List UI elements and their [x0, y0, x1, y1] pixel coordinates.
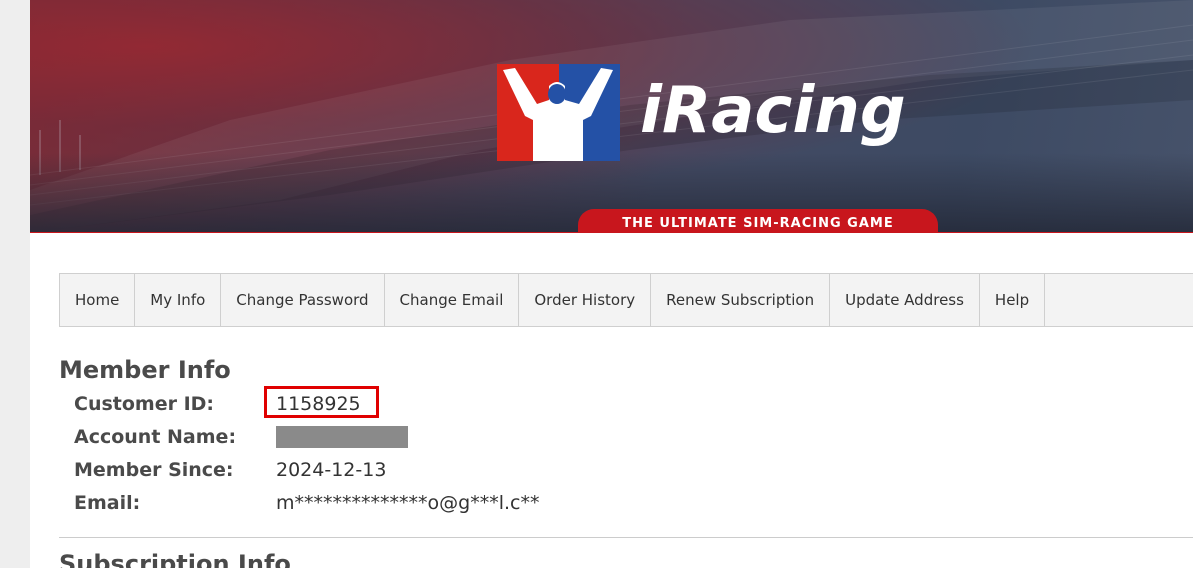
customer-id-label: Customer ID:	[74, 393, 215, 415]
iracing-wordmark: iRacing	[630, 70, 1030, 150]
nav-item-my-info[interactable]: My Info	[135, 274, 222, 326]
main-nav: Home My Info Change Password Change Emai…	[59, 273, 1193, 327]
nav-item-order-history[interactable]: Order History	[519, 274, 652, 326]
header-banner: iRacing THE ULTIMATE SIM-RACING GAME	[30, 0, 1193, 233]
account-name-label: Account Name:	[74, 426, 237, 448]
section-divider	[59, 537, 1193, 538]
left-gutter	[0, 0, 30, 568]
email-label: Email:	[74, 492, 141, 514]
tagline: THE ULTIMATE SIM-RACING GAME	[622, 216, 894, 231]
nav-item-home[interactable]: Home	[60, 274, 136, 326]
nav-item-update-address[interactable]: Update Address	[830, 274, 980, 326]
banner-red-stripe	[30, 232, 1193, 233]
subscription-info-heading: Subscription Info	[59, 550, 291, 568]
email-value: m**************o@g***l.c**	[276, 492, 540, 514]
member-info-heading: Member Info	[59, 356, 231, 384]
nav-item-change-password[interactable]: Change Password	[221, 274, 385, 326]
customer-id-value: 1158925	[276, 393, 361, 415]
nav-item-help[interactable]: Help	[980, 274, 1046, 326]
account-name-redacted	[276, 426, 408, 448]
page: iRacing THE ULTIMATE SIM-RACING GAME Hom…	[30, 0, 1193, 568]
nav-item-renew-subscription[interactable]: Renew Subscription	[651, 274, 831, 326]
iracing-logo-mark	[497, 64, 620, 161]
svg-text:iRacing: iRacing	[640, 74, 906, 148]
member-since-label: Member Since:	[74, 459, 234, 481]
nav-item-change-email[interactable]: Change Email	[385, 274, 520, 326]
member-since-value: 2024-12-13	[276, 459, 387, 481]
nav-filler	[1045, 274, 1193, 326]
